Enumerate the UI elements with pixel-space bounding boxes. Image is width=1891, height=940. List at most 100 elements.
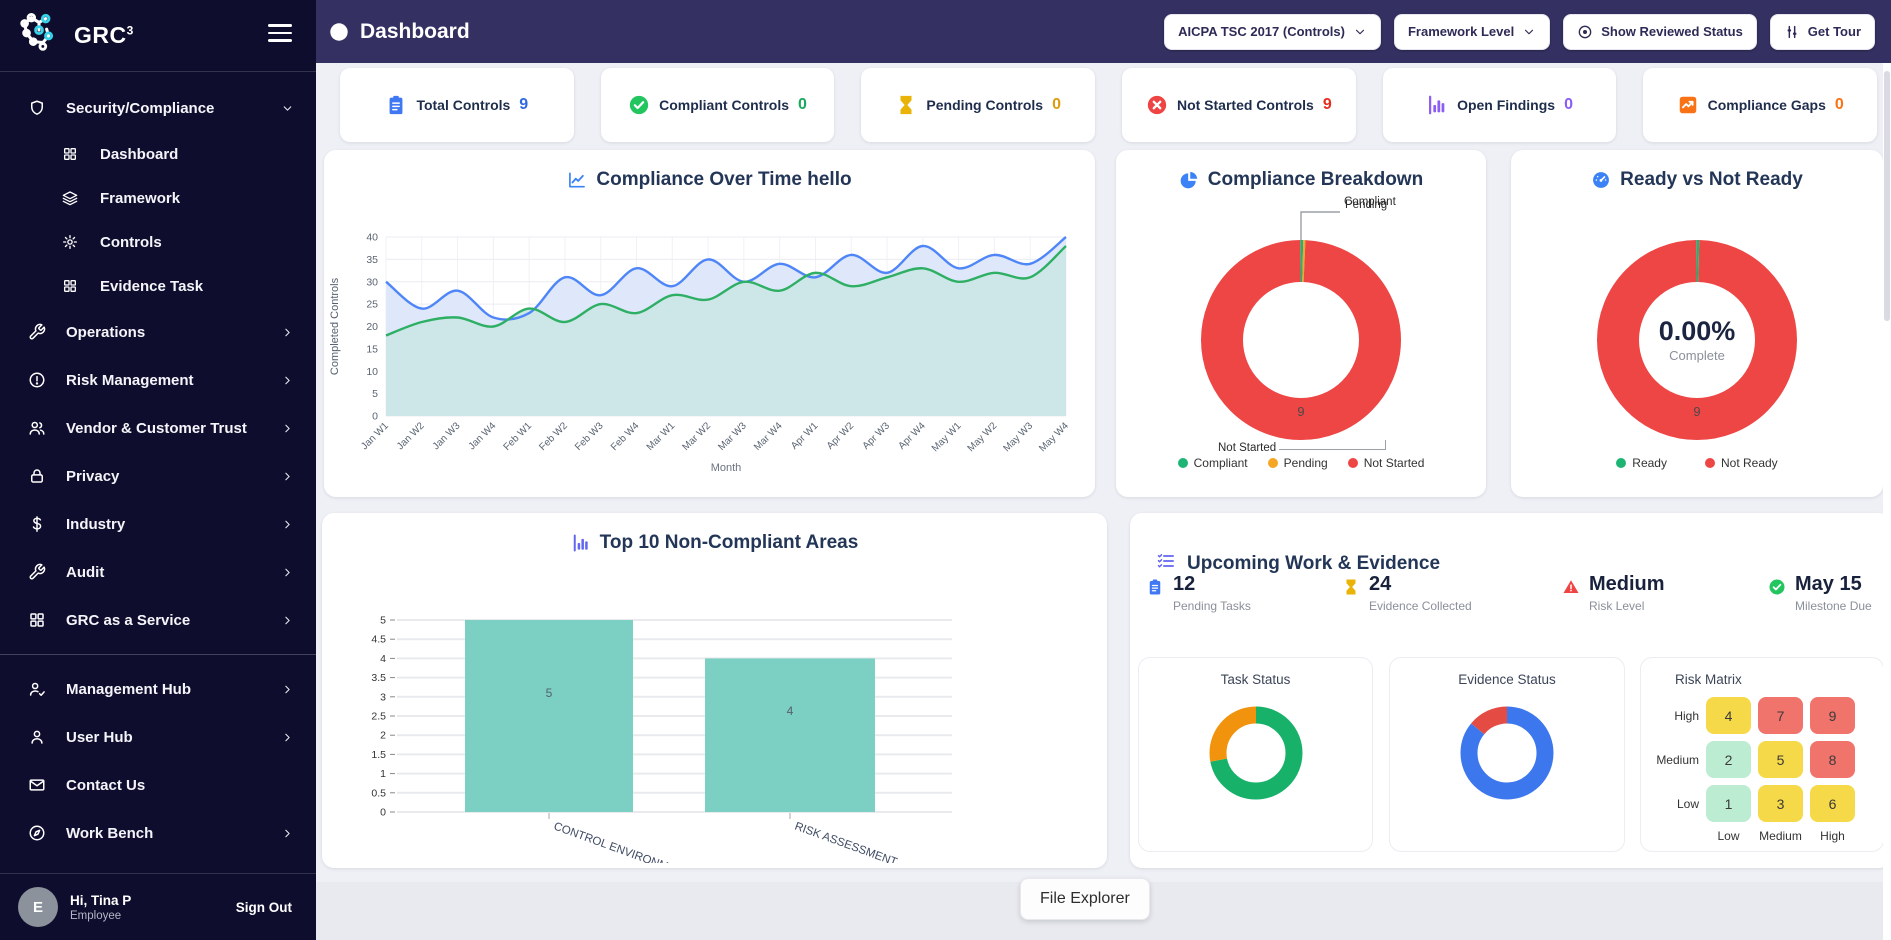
sidebar-item-controls[interactable]: Controls [0, 220, 316, 264]
sidebar-item-contact-us[interactable]: Contact Us [0, 761, 316, 809]
svg-text:25: 25 [366, 299, 378, 311]
header-button-show-reviewed-status[interactable]: Show Reviewed Status [1563, 14, 1757, 50]
legend-item-ready: Ready [1616, 456, 1667, 470]
svg-text:20: 20 [366, 321, 378, 333]
svg-text:0: 0 [380, 807, 386, 819]
compliance-breakdown-legend: CompliantPendingNot Started [1116, 456, 1486, 470]
stat-label: Not Started Controls [1177, 97, 1314, 113]
lock-icon [28, 467, 46, 485]
stat-value: 0 [1835, 96, 1844, 114]
sidebar-item-work-bench[interactable]: Work Bench [0, 809, 316, 857]
wrench-icon [28, 563, 46, 581]
stat-card-compliant-controls: Compliant Controls0 [601, 68, 835, 142]
risk-cell: 6 [1810, 785, 1855, 822]
callout-label-not-started: Not Started [1218, 442, 1276, 454]
svg-text:Mar W1: Mar W1 [645, 420, 678, 453]
hourglass-icon [895, 94, 917, 116]
legend-dot [1268, 458, 1278, 468]
svg-text:1.5: 1.5 [371, 749, 386, 761]
risk-row-label: High [1643, 709, 1699, 723]
svg-text:RISK ASSESSMENT: RISK ASSESSMENT [793, 821, 899, 863]
scrollbar-track[interactable] [1883, 63, 1891, 940]
sidebar-item-user-hub[interactable]: User Hub [0, 713, 316, 761]
sidebar-item-risk-management[interactable]: Risk Management [0, 356, 316, 404]
sidebar-item-audit[interactable]: Audit [0, 548, 316, 596]
svg-text:5: 5 [380, 615, 386, 627]
stat-value: 0 [1052, 96, 1061, 114]
clipboard-icon [385, 94, 407, 116]
svg-text:Month: Month [711, 462, 742, 474]
file-explorer-button[interactable]: File Explorer [1020, 878, 1150, 920]
dashboard-gauge-icon [328, 21, 350, 43]
sidebar-item-label: User Hub [66, 729, 133, 746]
sidebar-item-label: Industry [66, 516, 125, 533]
stat-label: Compliant Controls [659, 97, 789, 113]
users-icon [28, 419, 46, 437]
risk-cell: 3 [1758, 785, 1803, 822]
svg-text:1: 1 [380, 768, 386, 780]
svg-text:May W1: May W1 [930, 420, 964, 454]
scrollbar-thumb[interactable] [1884, 71, 1890, 321]
sidebar-item-privacy[interactable]: Privacy [0, 452, 316, 500]
pie-chart-icon [1179, 170, 1199, 190]
sidebar-nav: Security/ComplianceDashboardFramework Con… [0, 72, 316, 857]
svg-text:Apr W4: Apr W4 [896, 420, 928, 452]
svg-text:15: 15 [366, 343, 378, 355]
chevron-right-icon [281, 326, 294, 339]
sidebar-item-grc-as-a-service[interactable]: GRC as a Service [0, 596, 316, 644]
sidebar-item-framework[interactable]: Framework [0, 176, 316, 220]
svg-text:Mar W2: Mar W2 [681, 420, 714, 453]
sidebar-item-vendor-customer-trust[interactable]: Vendor & Customer Trust [0, 404, 316, 452]
risk-matrix-col-labels: LowMediumHigh [1643, 829, 1883, 843]
sidebar-item-operations[interactable]: Operations [0, 308, 316, 356]
sign-out-button[interactable]: Sign Out [230, 899, 298, 916]
header-button-get-tour[interactable]: Get Tour [1770, 14, 1875, 50]
check-circle-icon [628, 94, 650, 116]
header: Dashboard AICPA TSC 2017 (Controls) Frame… [316, 0, 1891, 63]
risk-cell: 7 [1758, 697, 1803, 734]
sidebar-item-label: Management Hub [66, 681, 191, 698]
header-button-aicpa-tsc-2017-controls-[interactable]: AICPA TSC 2017 (Controls) [1164, 14, 1381, 50]
svg-text:Jan W1: Jan W1 [359, 420, 391, 452]
task-status-chart [1198, 693, 1314, 813]
callout-line [1279, 440, 1386, 450]
legend-dot [1178, 458, 1188, 468]
sidebar-item-evidence-task[interactable]: Evidence Task [0, 264, 316, 308]
svg-text:4: 4 [787, 704, 794, 718]
upcoming-stat-label: Pending Tasks [1173, 599, 1251, 613]
user-info: Hi, Tina P Employee [70, 893, 131, 922]
header-buttons: AICPA TSC 2017 (Controls) Framework Level… [1164, 14, 1875, 50]
evidence-status-chart [1449, 693, 1565, 813]
compliance-breakdown-chart: 9 [1116, 195, 1486, 445]
sidebar-item-industry[interactable]: Industry [0, 500, 316, 548]
sidebar-item-management-hub[interactable]: Management Hub [0, 665, 316, 713]
bar-chart-icon [571, 533, 591, 553]
stat-card-compliance-gaps: Compliance Gaps0 [1643, 68, 1877, 142]
ready-percent-value: 0.00% [1511, 316, 1883, 347]
risk-matrix-row-medium: Medium258 [1643, 741, 1883, 778]
legend-dot [1348, 458, 1358, 468]
hamburger-menu-button[interactable] [268, 24, 292, 42]
sidebar-item-security-compliance[interactable]: Security/Compliance [0, 84, 316, 132]
ready-percent-label: Complete [1511, 348, 1883, 363]
sidebar-item-label: Controls [100, 234, 162, 251]
svg-text:3.5: 3.5 [371, 672, 386, 684]
svg-text:Jan W2: Jan W2 [395, 420, 427, 452]
upcoming-stat-milestone-due: May 15Milestone Due [1768, 573, 1872, 613]
sidebar-item-dashboard[interactable]: Dashboard [0, 132, 316, 176]
page-title: Dashboard [360, 20, 470, 44]
compliance-breakdown-title: Compliance Breakdown [1116, 150, 1486, 191]
app-root: GRC3 Security/ComplianceDashboardFramewo… [0, 0, 1891, 940]
sidebar-item-label: Evidence Task [100, 278, 203, 295]
dashboard-gauge-icon [328, 21, 350, 43]
dollar-icon [28, 515, 46, 533]
stat-card-open-findings: Open Findings0 [1383, 68, 1617, 142]
svg-text:May W3: May W3 [1001, 420, 1035, 454]
risk-cell: 8 [1810, 741, 1855, 778]
svg-text:4: 4 [380, 653, 386, 665]
stat-card-not-started-controls: Not Started Controls9 [1122, 68, 1356, 142]
stat-label: Total Controls [416, 97, 510, 113]
sidebar-item-label: Privacy [66, 468, 119, 485]
header-button-framework-level[interactable]: Framework Level [1394, 14, 1550, 50]
stat-label: Open Findings [1457, 97, 1555, 113]
